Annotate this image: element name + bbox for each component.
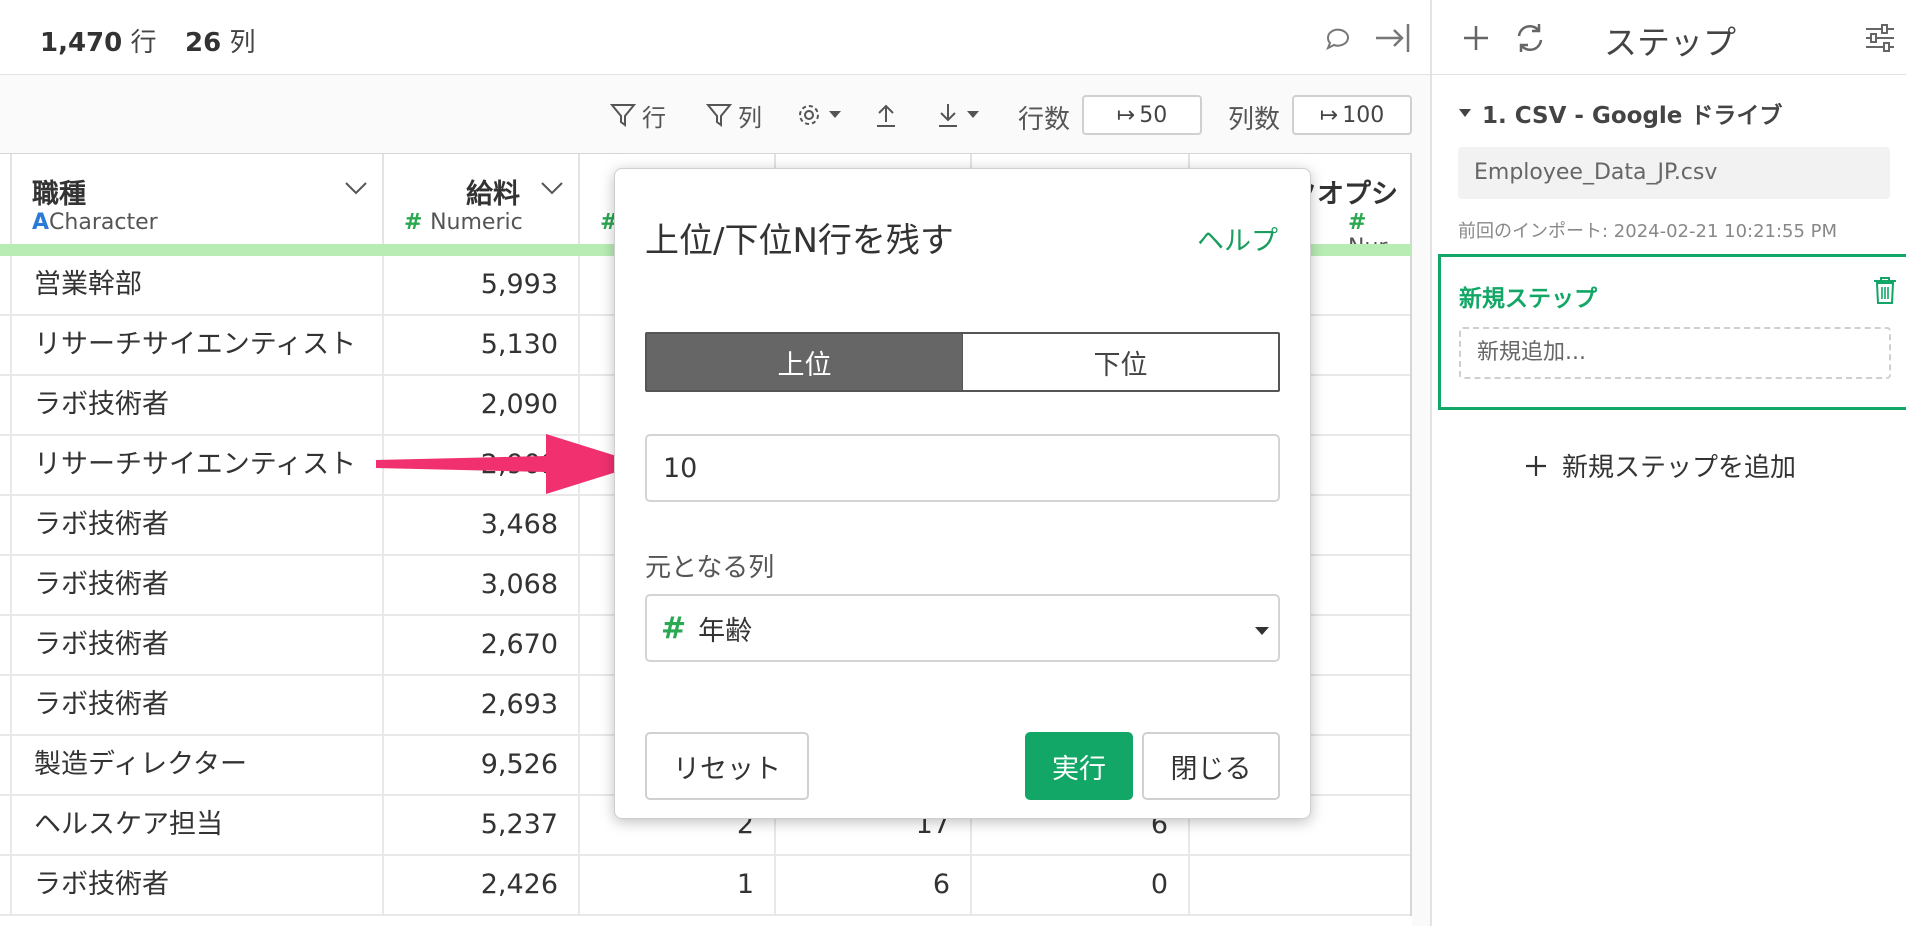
trash-icon[interactable] [1872,275,1898,305]
run-button[interactable]: 実行 [1025,732,1133,800]
plus-icon[interactable] [1456,18,1496,58]
job-cell: ラボ技術者 [12,496,384,556]
arrow-up-icon [877,104,895,127]
job-cell: ラボ技術者 [12,676,384,736]
table-toolbar: 行 列 行数 ↦ 50 列数 ↦ 100 [0,75,1430,153]
steps-header: ステップ [1432,0,1906,75]
character-type-icon: A [32,210,50,235]
filter-icon [706,104,732,127]
columns-count-label: 列数 [1228,105,1281,135]
job-cell: リサーチサイエンティスト [12,436,384,496]
base-column-label: 元となる列 [645,553,775,583]
salary-cell: 5,237 [384,796,580,856]
close-button[interactable]: 閉じる [1142,732,1280,800]
top-option[interactable]: 上位 [647,334,962,390]
numeric-cell: 1 [580,856,776,916]
base-column-select[interactable]: # 年齢 [645,594,1280,662]
new-add-input[interactable]: 新規追加... [1459,327,1891,379]
filter-icon [610,104,636,127]
caret-down-icon [967,111,979,118]
caret-down-icon [829,111,841,118]
help-link[interactable]: ヘルプ [1197,219,1278,258]
steps-title: ステップ [1604,23,1736,62]
caret-down-icon [1255,627,1269,635]
add-new-step-button[interactable]: 新規ステップを追加 [1524,447,1796,484]
comment-icon[interactable] [1318,18,1358,58]
top-n-rows-dialog: 上位/下位N行を残す ヘルプ 上位 下位 元となる列 # 年齢 リセット 実行 … [614,168,1311,819]
step-1-header[interactable]: 1. CSV - Google ドライブ [1458,96,1782,130]
column-type: ACharacter [32,210,158,235]
steps-panel: ステップ 1. CSV - Google ドライブ Employee_Data_… [1430,0,1906,926]
salary-cell: 2,670 [384,616,580,676]
salary-cell: 2,693 [384,676,580,736]
job-cell: ヘルスケア担当 [12,796,384,856]
jump-to-icon: ↦ [1319,102,1339,128]
jump-to-icon: ↦ [1116,102,1136,128]
column-count: 26 列 [185,28,256,58]
collapse-panel-icon[interactable] [1372,18,1412,58]
chevron-down-icon[interactable] [344,180,368,196]
settings-dropdown-button[interactable] [796,97,842,133]
salary-cell: 3,468 [384,496,580,556]
table-row[interactable]: ラボ技術者 2,426 1 6 0 [0,856,1412,916]
table-edge [0,154,12,246]
column-name: 職種 [32,179,86,210]
job-cell: 製造ディレクター [12,736,384,796]
chevron-down-icon[interactable] [540,180,564,196]
salary-cell: 5,130 [384,316,580,376]
job-cell: ラボ技術者 [12,616,384,676]
new-step-title: 新規ステップ [1459,286,1597,312]
salary-cell: 2,090 [384,376,580,436]
gear-icon [799,105,819,125]
job-cell: ラボ技術者 [12,856,384,916]
sort-ascending-button[interactable] [874,97,898,133]
rows-count-label: 行数 [1018,105,1071,135]
job-cell: ラボ技術者 [12,556,384,616]
job-cell: リサーチサイエンティスト [12,316,384,376]
job-cell: 営業幹部 [12,256,384,316]
row-count-input[interactable] [645,434,1280,502]
salary-cell: 3,068 [384,556,580,616]
data-summary-header: 1,470 行 26 列 [0,0,1430,75]
salary-cell: 9,526 [384,736,580,796]
column-header[interactable]: 職種 ACharacter [12,154,384,246]
numeric-type-icon: # [661,610,687,646]
settings-sliders-icon[interactable] [1860,18,1900,58]
column-name: 給料 [466,179,520,210]
arrow-down-icon [939,104,957,127]
numeric-type-icon: # [1348,210,1367,235]
top-bottom-toggle: 上位 下位 [645,332,1280,392]
bottom-option[interactable]: 下位 [962,334,1278,390]
caret-down-icon [1459,109,1471,117]
column-type: # Numeric [404,210,523,235]
annotation-arrow [376,434,642,494]
sort-descending-button[interactable] [936,97,980,133]
reset-button[interactable]: リセット [645,732,809,800]
salary-cell: 5,993 [384,256,580,316]
column-header[interactable]: 給料 # Numeric [384,154,580,246]
filter-columns-button[interactable]: 列 [706,97,762,133]
job-cell: ラボ技術者 [12,376,384,436]
columns-count-button[interactable]: ↦ 100 [1292,95,1412,135]
filter-rows-button[interactable]: 行 [610,97,666,133]
salary-cell: 2,426 [384,856,580,916]
plus-icon [1526,455,1546,476]
numeric-cell: 0 [972,856,1190,916]
numeric-cell: 6 [776,856,972,916]
new-step-card: 新規ステップ 新規追加... [1438,254,1906,410]
refresh-icon[interactable] [1510,18,1550,58]
numeric-type-icon: # [404,210,431,235]
source-file-name[interactable]: Employee_Data_JP.csv [1458,147,1890,199]
dialog-title: 上位/下位N行を残す [645,221,954,261]
row-count: 1,470 行 [40,28,157,58]
last-import-time: 前回のインポート: 2024-02-21 10:21:55 PM [1458,221,1838,242]
rows-count-button[interactable]: ↦ 50 [1082,95,1202,135]
